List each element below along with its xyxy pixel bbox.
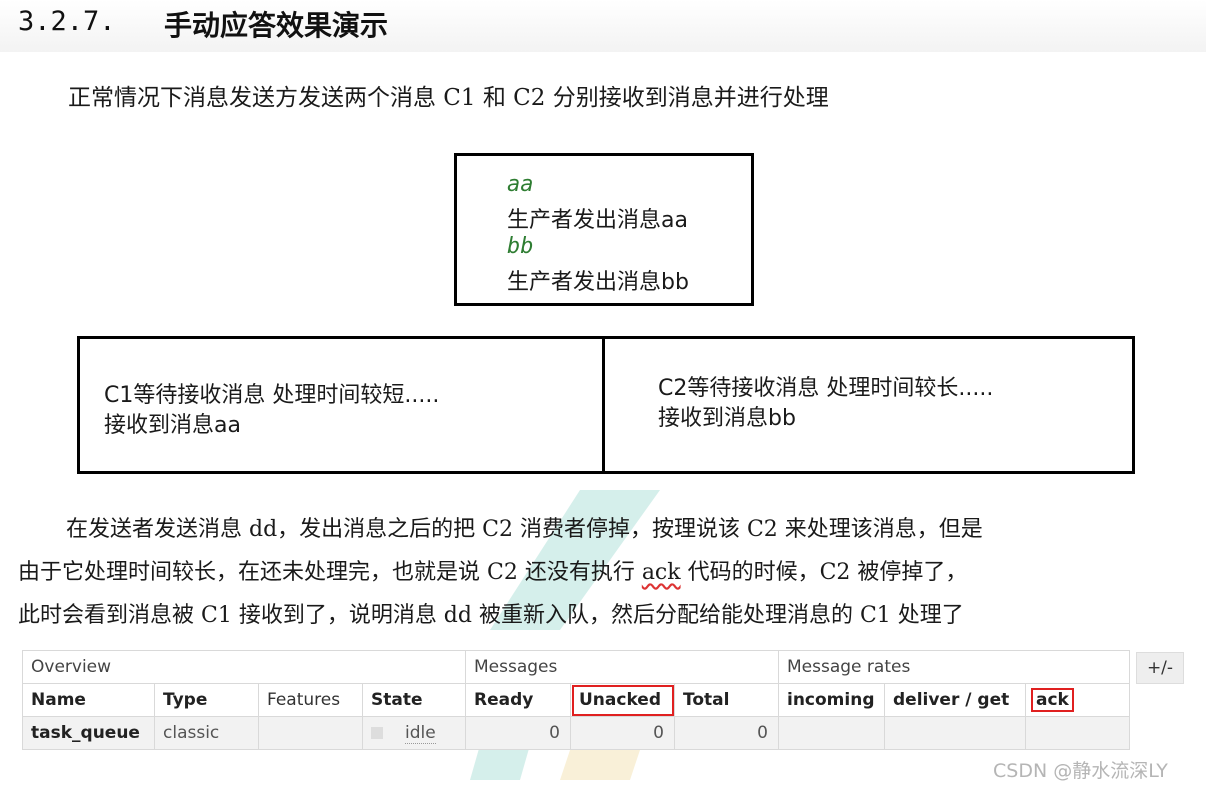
group-message-rates: Message rates	[778, 650, 1130, 684]
producer-msg-bb-label: bb	[507, 234, 534, 259]
c1-waiting-text: C1等待接收消息 处理时间较短.....	[104, 383, 440, 408]
producer-box: aa 生产者发出消息aa bb 生产者发出消息bb	[454, 153, 754, 306]
queue-features	[258, 716, 363, 750]
queue-incoming	[778, 716, 885, 750]
col-ack-cell: ack	[1025, 683, 1130, 717]
col-deliver-get[interactable]: deliver / get	[884, 683, 1026, 717]
explanation-line-2: 由于它处理时间较长，在还未处理完，也就是说 C2 还没有执行 ack 代码的时候…	[18, 551, 1203, 594]
queue-deliver-get	[884, 716, 1026, 750]
explanation-line-2-part-b: 代码的时候，C2 被停掉了，	[680, 560, 968, 585]
col-type[interactable]: Type	[154, 683, 259, 717]
queue-ready: 0	[465, 716, 571, 750]
table-group-header-row: Overview Messages Message rates	[22, 650, 1130, 684]
group-overview: Overview	[22, 650, 466, 684]
column-toggle-button[interactable]: +/-	[1136, 652, 1184, 684]
explanation-line-2-part-a: 由于它处理时间较长，在还未处理完，也就是说 C2 还没有执行	[18, 560, 642, 585]
producer-msg-aa-text: 生产者发出消息aa	[507, 208, 688, 233]
c2-received-text: 接收到消息bb	[658, 406, 796, 431]
section-header: 3.2.7. 手动应答效果演示	[0, 0, 1206, 52]
table-header-row: Name Type Features State Ready Unacked T…	[22, 683, 1130, 717]
state-indicator-icon	[371, 727, 383, 739]
intro-paragraph: 正常情况下消息发送方发送两个消息 C1 和 C2 分别接收到消息并进行处理	[68, 85, 829, 111]
producer-msg-aa-label: aa	[507, 172, 534, 197]
col-features[interactable]: Features	[258, 683, 363, 717]
section-number: 3.2.7.	[18, 6, 116, 37]
ack-keyword: ack	[641, 560, 681, 585]
c1-received-text: 接收到消息aa	[104, 413, 241, 438]
queue-state-cell: idle	[362, 716, 466, 750]
col-name[interactable]: Name	[22, 683, 155, 717]
col-unacked[interactable]: Unacked	[570, 683, 675, 717]
section-title: 手动应答效果演示	[164, 9, 389, 42]
col-total[interactable]: Total	[674, 683, 779, 717]
queues-table: Overview Messages Message rates Name Typ…	[22, 650, 1130, 750]
queue-state: idle	[405, 723, 436, 744]
queue-total: 0	[674, 716, 779, 750]
col-incoming[interactable]: incoming	[778, 683, 885, 717]
queue-unacked: 0	[570, 716, 675, 750]
queue-name-link[interactable]: task_queue	[22, 716, 155, 750]
col-state[interactable]: State	[362, 683, 466, 717]
explanation-line-3: 此时会看到消息被 C1 接收到了，说明消息 dd 被重新入队，然后分配给能处理消…	[18, 603, 964, 628]
col-ready[interactable]: Ready	[465, 683, 571, 717]
explanation-paragraph: 在发送者发送消息 dd，发出消息之后的把 C2 消费者停掉，按理说该 C2 来处…	[18, 508, 1203, 637]
c2-waiting-text: C2等待接收消息 处理时间较长.....	[658, 376, 994, 401]
consumer-divider	[602, 339, 605, 471]
queue-type: classic	[154, 716, 259, 750]
csdn-watermark: CSDN @静水流深LY	[993, 760, 1168, 782]
queue-ack	[1025, 716, 1130, 750]
explanation-line-1: 在发送者发送消息 dd，发出消息之后的把 C2 消费者停掉，按理说该 C2 来处…	[66, 517, 983, 542]
table-row: task_queue classic idle 0 0 0	[22, 716, 1130, 750]
col-ack[interactable]: ack	[1030, 687, 1075, 713]
group-messages: Messages	[465, 650, 779, 684]
consumer-boxes: C1等待接收消息 处理时间较短..... 接收到消息aa C2等待接收消息 处理…	[77, 336, 1135, 474]
producer-msg-bb-text: 生产者发出消息bb	[507, 270, 689, 295]
